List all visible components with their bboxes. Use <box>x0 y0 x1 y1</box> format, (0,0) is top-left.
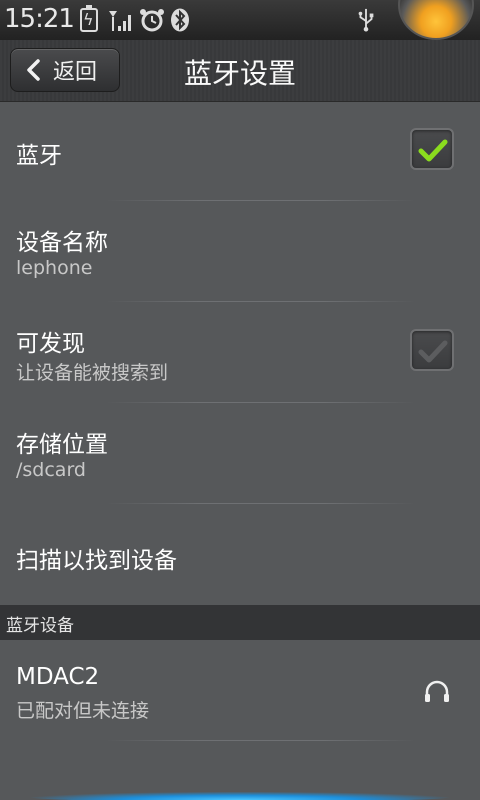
status-time: 15:21 <box>4 4 75 34</box>
section-label: 蓝牙设备 <box>6 616 74 636</box>
page-title: 蓝牙设置 <box>183 57 296 90</box>
storage-location-label: 存储位置 <box>16 432 108 458</box>
title-bar: 返回 蓝牙设置 <box>0 40 480 102</box>
device-status: 已配对但未连接 <box>16 700 150 722</box>
notification-orb[interactable] <box>398 0 474 40</box>
scroll-glow <box>30 792 450 800</box>
discoverable-checkbox[interactable] <box>410 329 454 371</box>
bluetooth-checkbox[interactable] <box>410 128 454 170</box>
alarm-icon <box>140 9 164 32</box>
storage-location-value: /sdcard <box>16 459 86 481</box>
scan-devices-row[interactable]: 扫描以找到设备 <box>0 504 480 605</box>
discoverable-row[interactable]: 可发现 让设备能被搜索到 <box>0 302 480 402</box>
bluetooth-icon <box>171 8 189 32</box>
status-bar: 15:21 <box>0 0 480 40</box>
device-name-value: lephone <box>16 257 93 279</box>
headphones-icon <box>425 680 449 702</box>
signal-icon <box>109 11 131 31</box>
storage-location-row[interactable]: 存储位置 /sdcard <box>0 403 480 503</box>
check-icon <box>418 139 448 162</box>
paired-device-row[interactable]: MDAC2 已配对但未连接 <box>0 640 480 740</box>
check-icon <box>418 340 448 363</box>
scan-devices-label: 扫描以找到设备 <box>16 548 177 574</box>
device-name-row[interactable]: 设备名称 lephone <box>0 201 480 301</box>
discoverable-label: 可发现 <box>16 331 85 357</box>
battery-charging-icon <box>80 5 98 32</box>
device-name: MDAC2 <box>16 664 100 690</box>
bluetooth-devices-header: 蓝牙设备 <box>0 605 480 640</box>
usb-icon <box>358 8 374 32</box>
discoverable-subtitle: 让设备能被搜索到 <box>16 362 169 384</box>
divider <box>106 740 416 741</box>
device-name-label: 设备名称 <box>16 230 108 256</box>
bluetooth-toggle-row[interactable]: 蓝牙 <box>0 102 480 200</box>
bluetooth-label: 蓝牙 <box>16 143 62 169</box>
